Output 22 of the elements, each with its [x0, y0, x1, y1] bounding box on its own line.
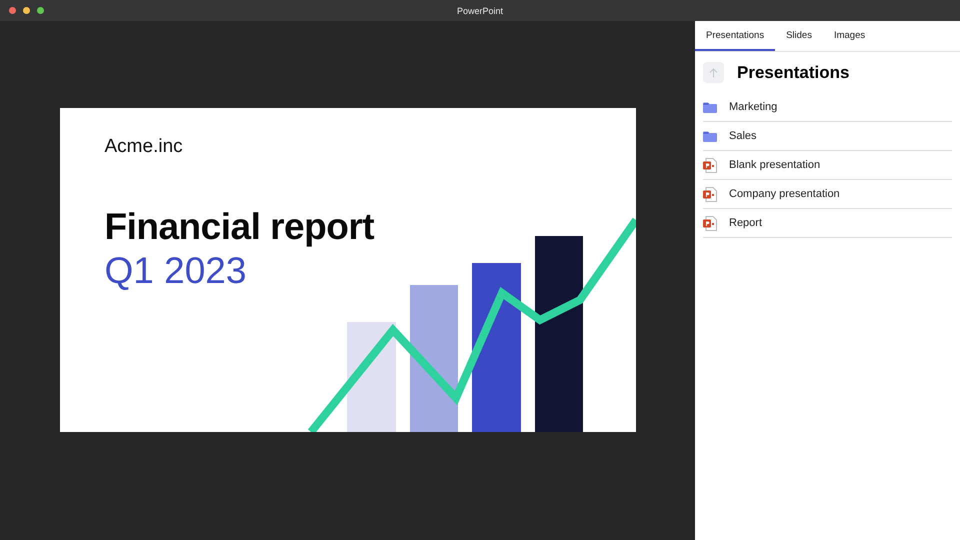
up-arrow-icon: [709, 68, 718, 78]
presentation-file-icon: [703, 158, 717, 172]
folder-icon: [703, 102, 717, 112]
folder-item[interactable]: Sales: [703, 122, 952, 151]
slide-subtitle: Q1 2023: [104, 250, 246, 292]
maximize-button[interactable]: [37, 7, 44, 14]
slide-title: Financial report: [104, 206, 374, 248]
panel-tab[interactable]: Slides: [775, 21, 823, 51]
presentation-file-icon: [703, 216, 717, 230]
window-title: PowerPoint: [456, 6, 504, 16]
folder-item[interactable]: Marketing: [703, 93, 952, 122]
presentation-file-icon: [703, 186, 717, 202]
minimize-button[interactable]: [23, 7, 30, 14]
folder-icon: [703, 130, 717, 142]
slide-brand: Acme.inc: [104, 136, 183, 158]
panel-tab[interactable]: Presentations: [695, 21, 776, 51]
panel-heading: Presentations: [737, 62, 850, 82]
file-item[interactable]: Company presentation: [703, 180, 952, 209]
file-item[interactable]: Report: [703, 209, 952, 238]
file-item[interactable]: Blank presentation: [703, 151, 952, 180]
panel-tab[interactable]: Images: [822, 21, 876, 51]
close-button[interactable]: [9, 7, 16, 14]
